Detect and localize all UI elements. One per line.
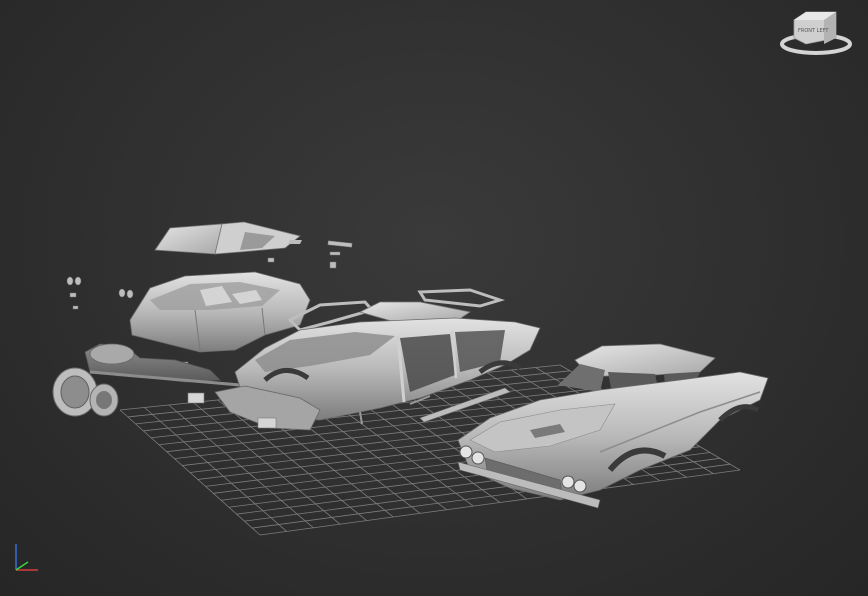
y-axis-line [15, 561, 29, 571]
scene-canvas[interactable]: FRONT LEFT [0, 0, 868, 596]
wheel-tire-part[interactable] [52, 367, 119, 417]
viewcube-icon[interactable]: FRONT LEFT [780, 11, 852, 55]
viewcube-face-label: FRONT LEFT [798, 28, 829, 34]
3d-viewport[interactable]: FRONT LEFT [0, 0, 868, 596]
axis-tripod-icon [15, 544, 38, 571]
assembled-car-body[interactable] [457, 343, 769, 509]
roof-glass-part[interactable] [154, 221, 302, 255]
